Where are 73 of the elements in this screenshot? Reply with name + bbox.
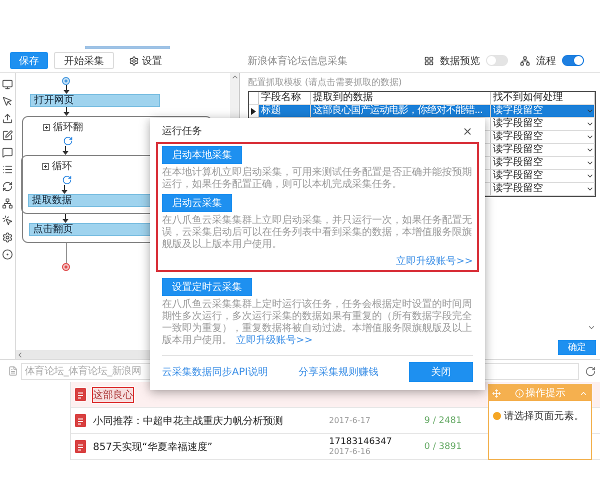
start-marker (62, 77, 70, 85)
document-icon (74, 414, 86, 427)
fallback-select[interactable]: 读字段留空 (491, 170, 595, 183)
document-icon (74, 388, 86, 401)
loop-label: 循环翻 (53, 120, 83, 134)
item-number: 17183146347 (329, 437, 393, 447)
monitor-icon[interactable] (2, 79, 13, 90)
connector-arrow (61, 214, 70, 223)
gear-icon[interactable] (2, 232, 13, 243)
fallback-select[interactable]: 读字段留空 (491, 183, 595, 196)
click-icon[interactable] (2, 215, 13, 226)
loop-label: 循环 (52, 160, 72, 173)
column-header: 字段名称 (259, 92, 311, 105)
connector-arrow (62, 85, 71, 94)
panel-caption: 配置抓取模板 (请点击需要抓取的数据) (248, 76, 403, 89)
table-cell: 这部良心国产运动电影，你绝对不能错... (311, 105, 491, 118)
start-button[interactable]: 开始采集 (54, 52, 114, 69)
hint-title: 操作提示 (514, 386, 566, 400)
item-title: 857天实现“华夏幸福速度” (93, 440, 214, 454)
end-marker (62, 263, 70, 271)
item-count: 0 / 3891 (423, 442, 463, 452)
network-icon (520, 56, 530, 66)
upload-icon[interactable] (2, 113, 13, 124)
table-cell: 标题 (259, 105, 311, 118)
refresh-icon[interactable] (585, 366, 596, 376)
item-date: 2017-6-17 (329, 416, 372, 425)
item-count: 9 / 2481 (423, 416, 463, 426)
connector-arrow (62, 107, 71, 116)
item-title: 小同推荐：中超申花主战重庆力帆分析预测 (93, 414, 284, 428)
task-title: 新浪体育论坛信息采集 (246, 54, 348, 68)
edit-icon[interactable] (2, 130, 13, 141)
scroll-left-icon[interactable] (16, 350, 24, 358)
item-date: 2017-6-16 (329, 447, 372, 456)
fallback-select[interactable]: 读字段留空 (491, 118, 595, 131)
toggle-label: 数据预览 (440, 54, 480, 68)
flow-node[interactable]: 打开网页 (30, 94, 160, 107)
connector-arrow (60, 185, 69, 194)
column-header: 找不到如何处理 (491, 92, 595, 105)
fallback-select[interactable]: 读字段留空 (491, 131, 595, 144)
warning-dot (493, 412, 501, 420)
fallback-select[interactable]: 读字段留空 (491, 105, 595, 118)
dialog-title: 运行任务 (162, 124, 202, 138)
loop-icon (62, 175, 72, 185)
list-icon[interactable] (2, 164, 13, 175)
expand-icon[interactable] (42, 162, 49, 170)
grid-icon (424, 56, 434, 66)
fallback-select[interactable]: 读字段留空 (491, 157, 595, 170)
document-icon (74, 440, 86, 453)
chevron-icon[interactable] (587, 323, 596, 332)
footer-link[interactable]: 云采集数据同步API说明 (162, 365, 268, 379)
column-header: 提取到的数据 (311, 92, 491, 105)
target-icon[interactable] (2, 249, 13, 260)
hint-message: 请选择页面元素。 (504, 410, 584, 423)
loop-icon (63, 136, 73, 146)
toggle-switch[interactable] (486, 55, 508, 66)
info-icon (514, 388, 524, 398)
pointer-icon[interactable] (2, 96, 13, 107)
toggle-switch[interactable] (562, 55, 584, 66)
scroll-up-icon[interactable] (230, 73, 238, 81)
pointer-icon (251, 108, 256, 114)
item-title: 这部良心 (93, 388, 133, 402)
connector-arrow (61, 146, 70, 155)
row-pointer[interactable] (249, 105, 259, 118)
chat-icon[interactable] (2, 147, 13, 158)
settings-icon (129, 56, 139, 66)
page-icon (8, 366, 18, 376)
option-description: 在八爪鱼云采集集群上定时运行该任务，任务会根据定时设置的时间周期性多次运行，多次运行采集的数据如果有重复的（所有数据字段完全一致即为重复），重复数据将被自动过滤。本增值服务限旗舰版及以上版本用户使用。 立即升级账号>> (162, 299, 473, 347)
fallback-select[interactable]: 读字段留空 (491, 144, 595, 157)
refresh-icon[interactable] (2, 181, 13, 192)
network-icon[interactable] (2, 198, 13, 209)
expand-icon[interactable] (43, 124, 50, 130)
toggle-label: 流程 (536, 54, 556, 68)
close-icon[interactable] (462, 126, 473, 136)
